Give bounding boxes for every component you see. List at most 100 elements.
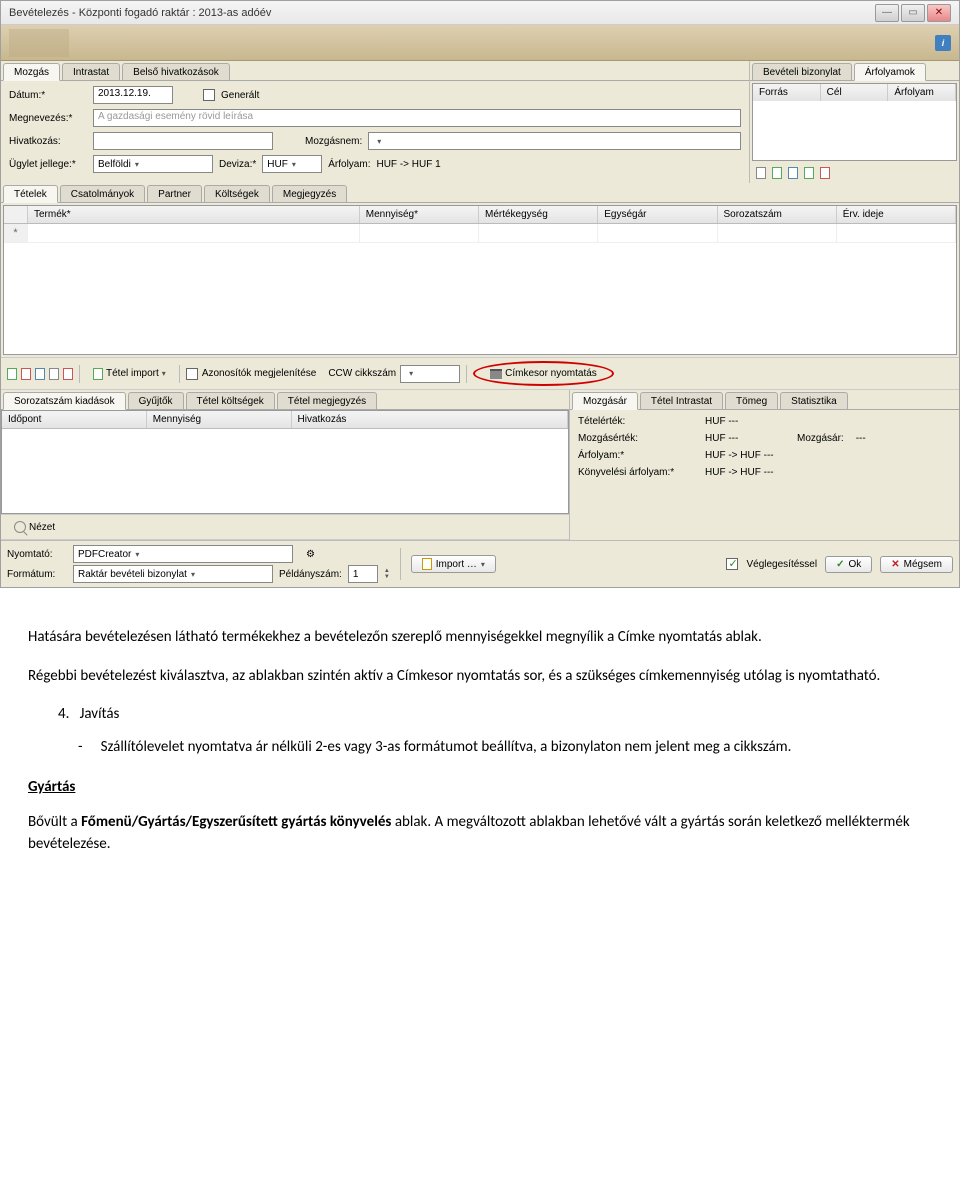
doc-bullet-item: - Szállítólevelet nyomtatva ár nélküli 2… <box>78 736 932 759</box>
tab-beveteli-bizonylat[interactable]: Bevételi bizonylat <box>752 63 852 80</box>
col-mennyiseg[interactable]: Mennyiség* <box>360 206 479 223</box>
page-add-icon[interactable] <box>772 167 782 179</box>
deviza-select[interactable]: HUF▾ <box>262 155 322 173</box>
tab-tetelek[interactable]: Tételek <box>3 185 58 203</box>
grid-new-row[interactable]: * <box>4 224 956 243</box>
copy-icon[interactable] <box>49 368 59 380</box>
formatum-select[interactable]: Raktár bevételi bizonylat▾ <box>73 565 273 583</box>
tab-arfolyamok[interactable]: Árfolyamok <box>854 63 926 81</box>
mozgasnem-select[interactable]: ▾ <box>368 132 741 150</box>
cimkesor-nyomtatas-button[interactable]: Címkesor nyomtatás <box>483 365 604 382</box>
tetelertek-label: Tételérték: <box>578 416 693 427</box>
mozgasnem-label: Mozgásnem: <box>305 136 362 147</box>
tab-belso-hivatkozasok[interactable]: Belső hivatkozások <box>122 63 230 80</box>
tab-tetel-koltsegek[interactable]: Tétel költségek <box>186 392 275 409</box>
maximize-button[interactable]: ▭ <box>901 4 925 22</box>
nezet-button[interactable]: Nézet <box>7 518 62 536</box>
konyvelesi-value: HUF -> HUF --- <box>705 467 774 478</box>
page-refresh-icon[interactable] <box>788 167 798 179</box>
exrate-toolbar <box>750 163 959 183</box>
highlighted-cimkesor-button: Címkesor nyomtatás <box>473 361 614 386</box>
tetelek-grid: Termék* Mennyiség* Mértékegység Egységár… <box>3 205 957 355</box>
exrate-grid-header: Forrás Cél Árfolyam <box>752 83 957 101</box>
ccw-cikkszam-select[interactable]: ▾ <box>400 365 460 383</box>
tab-partner[interactable]: Partner <box>147 185 202 202</box>
ugylet-select[interactable]: Belföldi▾ <box>93 155 213 173</box>
tab-sorozatszam-kiadasok[interactable]: Sorozatszám kiadások <box>3 392 126 410</box>
page-new-icon[interactable] <box>804 167 814 179</box>
tab-koltsegek[interactable]: Költségek <box>204 185 270 202</box>
doc-paragraph-2: Régebbi bevételezést kiválasztva, az abl… <box>28 665 932 688</box>
tab-mozgasar[interactable]: Mozgásár <box>572 392 638 410</box>
tab-csatolmanyok[interactable]: Csatolmányok <box>60 185 145 202</box>
hivatkozas-label: Hivatkozás: <box>9 136 87 147</box>
col-termek[interactable]: Termék* <box>28 206 360 223</box>
mozgasertek-value: HUF --- <box>705 433 785 444</box>
tab-tetel-intrastat[interactable]: Tétel Intrastat <box>640 392 723 409</box>
col-idopont[interactable]: Időpont <box>2 411 147 428</box>
cancel-button[interactable]: ✕Mégsem <box>880 556 953 573</box>
mozgasar-value: --- <box>856 433 866 444</box>
tetel-import-button[interactable]: Tétel import ▾ <box>86 365 173 383</box>
tab-mozgas[interactable]: Mozgás <box>3 63 60 81</box>
col-mennyiseg2[interactable]: Mennyiség <box>147 411 292 428</box>
add-icon[interactable] <box>7 368 17 380</box>
col-ervideje[interactable]: Érv. ideje <box>837 206 956 223</box>
tab-tetel-megjegyzes[interactable]: Tétel megjegyzés <box>277 392 377 409</box>
close-button[interactable]: ✕ <box>927 4 951 22</box>
delete-icon[interactable] <box>63 368 73 380</box>
window-title: Bevételezés - Központi fogadó raktár : 2… <box>9 7 271 19</box>
import-doc-icon <box>422 558 432 570</box>
nezet-toolbar: Nézet <box>1 514 569 540</box>
grid-corner <box>4 206 28 223</box>
cross-icon: ✕ <box>891 559 899 570</box>
import-icon <box>93 368 103 380</box>
megnevezes-input[interactable]: A gazdasági esemény rövid leírása <box>93 109 741 127</box>
arfolyam2-value: HUF -> HUF --- <box>705 450 774 461</box>
col-egysegar[interactable]: Egységár <box>598 206 717 223</box>
nyomtato-label: Nyomtató: <box>7 549 67 560</box>
col-hivatkozas2[interactable]: Hivatkozás <box>292 411 569 428</box>
doc-heading-gyartas: Gyártás <box>28 776 932 799</box>
tetelertek-value: HUF --- <box>705 416 738 427</box>
mozgasertek-label: Mozgásérték: <box>578 433 693 444</box>
spinner-icon[interactable]: ▲▼ <box>384 568 390 580</box>
refresh-icon[interactable] <box>35 368 45 380</box>
nyomtato-select[interactable]: PDFCreator▾ <box>73 545 293 563</box>
col-mertekegys[interactable]: Mértékegység <box>479 206 598 223</box>
peldanyszam-label: Példányszám: <box>279 569 342 580</box>
formatum-label: Formátum: <box>7 569 67 580</box>
mozgas-form: Dátum:* 2013.12.19. Generált Megnevezés:… <box>1 81 749 181</box>
edit-icon[interactable] <box>21 368 31 380</box>
generalt-checkbox[interactable] <box>203 89 215 101</box>
azonositok-label: Azonosítók megjelenítése <box>202 368 317 379</box>
page-icon[interactable] <box>756 167 766 179</box>
peldanyszam-input[interactable]: 1 <box>348 565 378 583</box>
printer-settings-button[interactable]: ⚙ <box>299 546 322 563</box>
check-icon: ✓ <box>836 559 844 570</box>
ok-button[interactable]: ✓Ok <box>825 556 872 573</box>
ugylet-label: Ügylet jellege:* <box>9 159 87 170</box>
veglegesites-checkbox[interactable]: ✓ <box>726 558 738 570</box>
document-body: Hatására bevételezésen látható termékekh… <box>0 608 960 912</box>
search-icon <box>14 521 26 533</box>
tab-intrastat[interactable]: Intrastat <box>62 63 120 80</box>
generalt-label: Generált <box>221 90 259 101</box>
tab-tomeg[interactable]: Tömeg <box>725 392 778 409</box>
col-sorozatszam[interactable]: Sorozatszám <box>718 206 837 223</box>
hivatkozas-input[interactable] <box>93 132 273 150</box>
mozgasar-label: Mozgásár: <box>797 433 844 444</box>
bottom-right-tabs: Mozgásár Tétel Intrastat Tömeg Statiszti… <box>570 390 959 410</box>
tab-megjegyzes[interactable]: Megjegyzés <box>272 185 347 202</box>
arfolyam-text: HUF -> HUF 1 <box>376 159 440 170</box>
page-delete-icon[interactable] <box>820 167 830 179</box>
azonositok-checkbox[interactable] <box>186 368 198 380</box>
datum-label: Dátum:* <box>9 90 87 101</box>
minimize-button[interactable]: — <box>875 4 899 22</box>
tab-statisztika[interactable]: Statisztika <box>780 392 848 409</box>
datum-input[interactable]: 2013.12.19. <box>93 86 173 104</box>
veglegesites-label: Véglegesítéssel <box>746 559 817 570</box>
tab-gyujtok[interactable]: Gyűjtők <box>128 392 184 409</box>
import-button[interactable]: Import … ▾ <box>411 555 496 573</box>
info-icon[interactable]: i <box>935 35 951 51</box>
